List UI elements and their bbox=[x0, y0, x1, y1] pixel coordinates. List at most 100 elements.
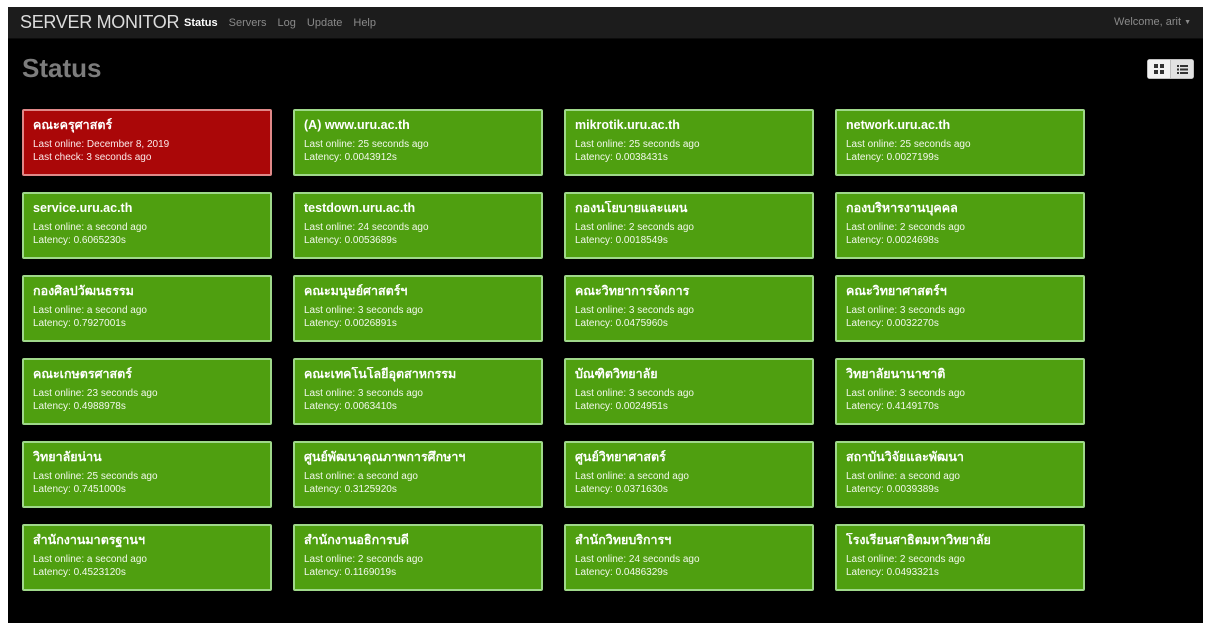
server-latency: Latency: 0.0026891s bbox=[304, 318, 397, 329]
server-last-online: Last online: 25 seconds ago bbox=[33, 471, 158, 482]
server-last-online: Last online: a second ago bbox=[575, 471, 689, 482]
server-name: กองบริหารงานบุคคล bbox=[846, 201, 958, 215]
server-latency: Latency: 0.7451000s bbox=[33, 484, 126, 495]
server-latency: Latency: 0.4523120s bbox=[33, 567, 126, 578]
server-name: network.uru.ac.th bbox=[846, 118, 951, 132]
list-icon bbox=[1176, 64, 1188, 74]
server-latency: Latency: 0.4149170s bbox=[846, 401, 939, 412]
grid-view-button[interactable] bbox=[1147, 59, 1171, 79]
server-name: (A) www.uru.ac.th bbox=[304, 118, 410, 132]
server-latency: Latency: 0.0038431s bbox=[575, 152, 668, 163]
server-card[interactable]: network.uru.ac.th Last online: 25 seconds… bbox=[835, 109, 1085, 176]
server-last-online: Last online: 2 seconds ago bbox=[575, 222, 694, 233]
server-latency: Latency: 0.0024951s bbox=[575, 401, 668, 412]
nav-item-log[interactable]: Log bbox=[278, 17, 296, 29]
server-latency: Latency: 0.7927001s bbox=[33, 318, 126, 329]
grid-icon bbox=[1154, 64, 1164, 74]
server-grid: คณะครุศาสตร์ Last online: December 8, 201… bbox=[22, 109, 1085, 591]
server-name: testdown.uru.ac.th bbox=[304, 201, 416, 215]
server-last-online: Last online: a second ago bbox=[846, 471, 960, 482]
server-latency: Latency: 0.0027199s bbox=[846, 152, 939, 163]
server-card[interactable]: วิทยาลัยน่าน Last online: 25 seconds ago L… bbox=[22, 441, 272, 508]
server-last-online: Last online: 2 seconds ago bbox=[304, 554, 423, 565]
server-name: ศูนย์วิทยาศาสตร์ bbox=[575, 450, 666, 464]
server-name: วิทยาลัยน่าน bbox=[33, 450, 102, 464]
nav-item-help[interactable]: Help bbox=[353, 17, 376, 29]
server-card[interactable]: (A) www.uru.ac.th Last online: 25 seconds… bbox=[293, 109, 543, 176]
server-last-online: Last online: December 8, 2019 bbox=[33, 139, 170, 150]
page-title: Status bbox=[22, 53, 102, 83]
app-window: SERVER MONITOR Status Servers Log Update… bbox=[8, 7, 1203, 623]
server-name: สถาบันวิจัยและพัฒนา bbox=[846, 450, 964, 464]
server-card[interactable]: วิทยาลัยนานาชาติ Last online: 3 seconds a… bbox=[835, 358, 1085, 425]
server-latency: Latency: 0.0053689s bbox=[304, 235, 397, 246]
server-card[interactable]: สำนักวิทยบริการฯ Last online: 24 seconds … bbox=[564, 524, 814, 591]
server-last-online: Last online: 2 seconds ago bbox=[846, 554, 965, 565]
server-name: วิทยาลัยนานาชาติ bbox=[846, 367, 946, 381]
server-name: สำนักงานมาตรฐานฯ bbox=[33, 533, 145, 547]
server-name: กองศิลปวัฒนธรรม bbox=[33, 284, 134, 298]
server-last-online: Last online: 25 seconds ago bbox=[304, 139, 429, 150]
server-last-online: Last online: 24 seconds ago bbox=[304, 222, 429, 233]
brand-logo[interactable]: SERVER MONITOR bbox=[20, 12, 179, 33]
server-name: คณะเทคโนโลยีอุตสาหกรรม bbox=[304, 367, 457, 381]
server-last-online: Last online: 24 seconds ago bbox=[575, 554, 700, 565]
server-latency: Latency: 0.6065230s bbox=[33, 235, 126, 246]
server-card[interactable]: กองบริหารงานบุคคล Last online: 2 seconds … bbox=[835, 192, 1085, 259]
server-card[interactable]: ศูนย์วิทยาศาสตร์ Last online: a second ag… bbox=[564, 441, 814, 508]
server-card[interactable]: กองศิลปวัฒนธรรม Last online: a second ago… bbox=[22, 275, 272, 342]
navbar: SERVER MONITOR Status Servers Log Update… bbox=[8, 7, 1203, 39]
server-name: สำนักวิทยบริการฯ bbox=[575, 533, 672, 547]
server-latency: Latency: 0.0043912s bbox=[304, 152, 397, 163]
nav-item-status[interactable]: Status bbox=[184, 17, 218, 29]
server-latency: Latency: 0.1169019s bbox=[304, 567, 397, 578]
server-last-online: Last online: 23 seconds ago bbox=[33, 388, 158, 399]
server-card[interactable]: mikrotik.uru.ac.th Last online: 25 second… bbox=[564, 109, 814, 176]
nav-menu: Status Servers Log Update Help bbox=[184, 7, 387, 38]
server-card[interactable]: สำนักงานมาตรฐานฯ Last online: a second ag… bbox=[22, 524, 272, 591]
nav-item-servers[interactable]: Servers bbox=[229, 17, 267, 29]
server-name: บัณฑิตวิทยาลัย bbox=[575, 367, 658, 381]
server-latency: Latency: 0.0063410s bbox=[304, 401, 397, 412]
list-view-button[interactable] bbox=[1171, 59, 1194, 79]
server-last-online: Last online: 3 seconds ago bbox=[575, 388, 694, 399]
server-card[interactable]: คณะมนุษย์ศาสตร์ฯ Last online: 3 seconds a… bbox=[293, 275, 543, 342]
user-welcome: Welcome, arit bbox=[1114, 16, 1182, 28]
user-menu[interactable]: Welcome, arit ▼ bbox=[1114, 16, 1191, 28]
nav-item-update[interactable]: Update bbox=[307, 17, 342, 29]
server-name: คณะวิทยาศาสตร์ฯ bbox=[846, 284, 947, 298]
server-latency: Latency: 0.0486329s bbox=[575, 567, 668, 578]
server-name: คณะวิทยาการจัดการ bbox=[575, 284, 690, 298]
server-last-online: Last online: 25 seconds ago bbox=[575, 139, 700, 150]
server-card[interactable]: คณะครุศาสตร์ Last online: December 8, 201… bbox=[22, 109, 272, 176]
server-last-online: Last online: 3 seconds ago bbox=[846, 305, 965, 316]
server-last-online: Last online: 3 seconds ago bbox=[304, 388, 423, 399]
server-latency: Latency: 0.0039389s bbox=[846, 484, 939, 495]
server-latency: Latency: 0.0371630s bbox=[575, 484, 668, 495]
server-card[interactable]: คณะวิทยาการจัดการ Last online: 3 seconds … bbox=[564, 275, 814, 342]
server-latency: Latency: 0.0475960s bbox=[575, 318, 668, 329]
server-last-online: Last online: 3 seconds ago bbox=[304, 305, 423, 316]
server-card[interactable]: ศูนย์พัฒนาคุณภาพการศึกษาฯ Last online: a … bbox=[293, 441, 543, 508]
server-name: service.uru.ac.th bbox=[33, 201, 133, 215]
server-card[interactable]: service.uru.ac.th Last online: a second a… bbox=[22, 192, 272, 259]
server-card[interactable]: กองนโยบายและแผน Last online: 2 seconds ag… bbox=[564, 192, 814, 259]
server-last-online: Last online: a second ago bbox=[33, 222, 147, 233]
server-last-online: Last online: a second ago bbox=[304, 471, 418, 482]
server-name: คณะครุศาสตร์ bbox=[33, 118, 113, 132]
server-latency: Latency: 0.0018549s bbox=[575, 235, 668, 246]
server-card[interactable]: คณะเทคโนโลยีอุตสาหกรรม Last online: 3 sec… bbox=[293, 358, 543, 425]
server-last-online: Last online: 3 seconds ago bbox=[575, 305, 694, 316]
server-latency: Latency: 0.3125920s bbox=[304, 484, 397, 495]
server-card[interactable]: คณะเกษตรศาสตร์ Last online: 23 seconds ag… bbox=[22, 358, 272, 425]
server-latency: Latency: 0.0032270s bbox=[846, 318, 939, 329]
server-last-online: Last online: a second ago bbox=[33, 305, 147, 316]
server-card[interactable]: testdown.uru.ac.th Last online: 24 second… bbox=[293, 192, 543, 259]
server-name: โรงเรียนสาธิตมหาวิทยาลัย bbox=[846, 533, 991, 547]
server-card[interactable]: โรงเรียนสาธิตมหาวิทยาลัย Last online: 2 s… bbox=[835, 524, 1085, 591]
view-toggle bbox=[1147, 59, 1194, 79]
server-card[interactable]: สำนักงานอธิการบดี Last online: 2 seconds … bbox=[293, 524, 543, 591]
server-card[interactable]: บัณฑิตวิทยาลัย Last online: 3 seconds ago… bbox=[564, 358, 814, 425]
server-card[interactable]: คณะวิทยาศาสตร์ฯ Last online: 3 seconds ag… bbox=[835, 275, 1085, 342]
server-card[interactable]: สถาบันวิจัยและพัฒนา Last online: a second… bbox=[835, 441, 1085, 508]
